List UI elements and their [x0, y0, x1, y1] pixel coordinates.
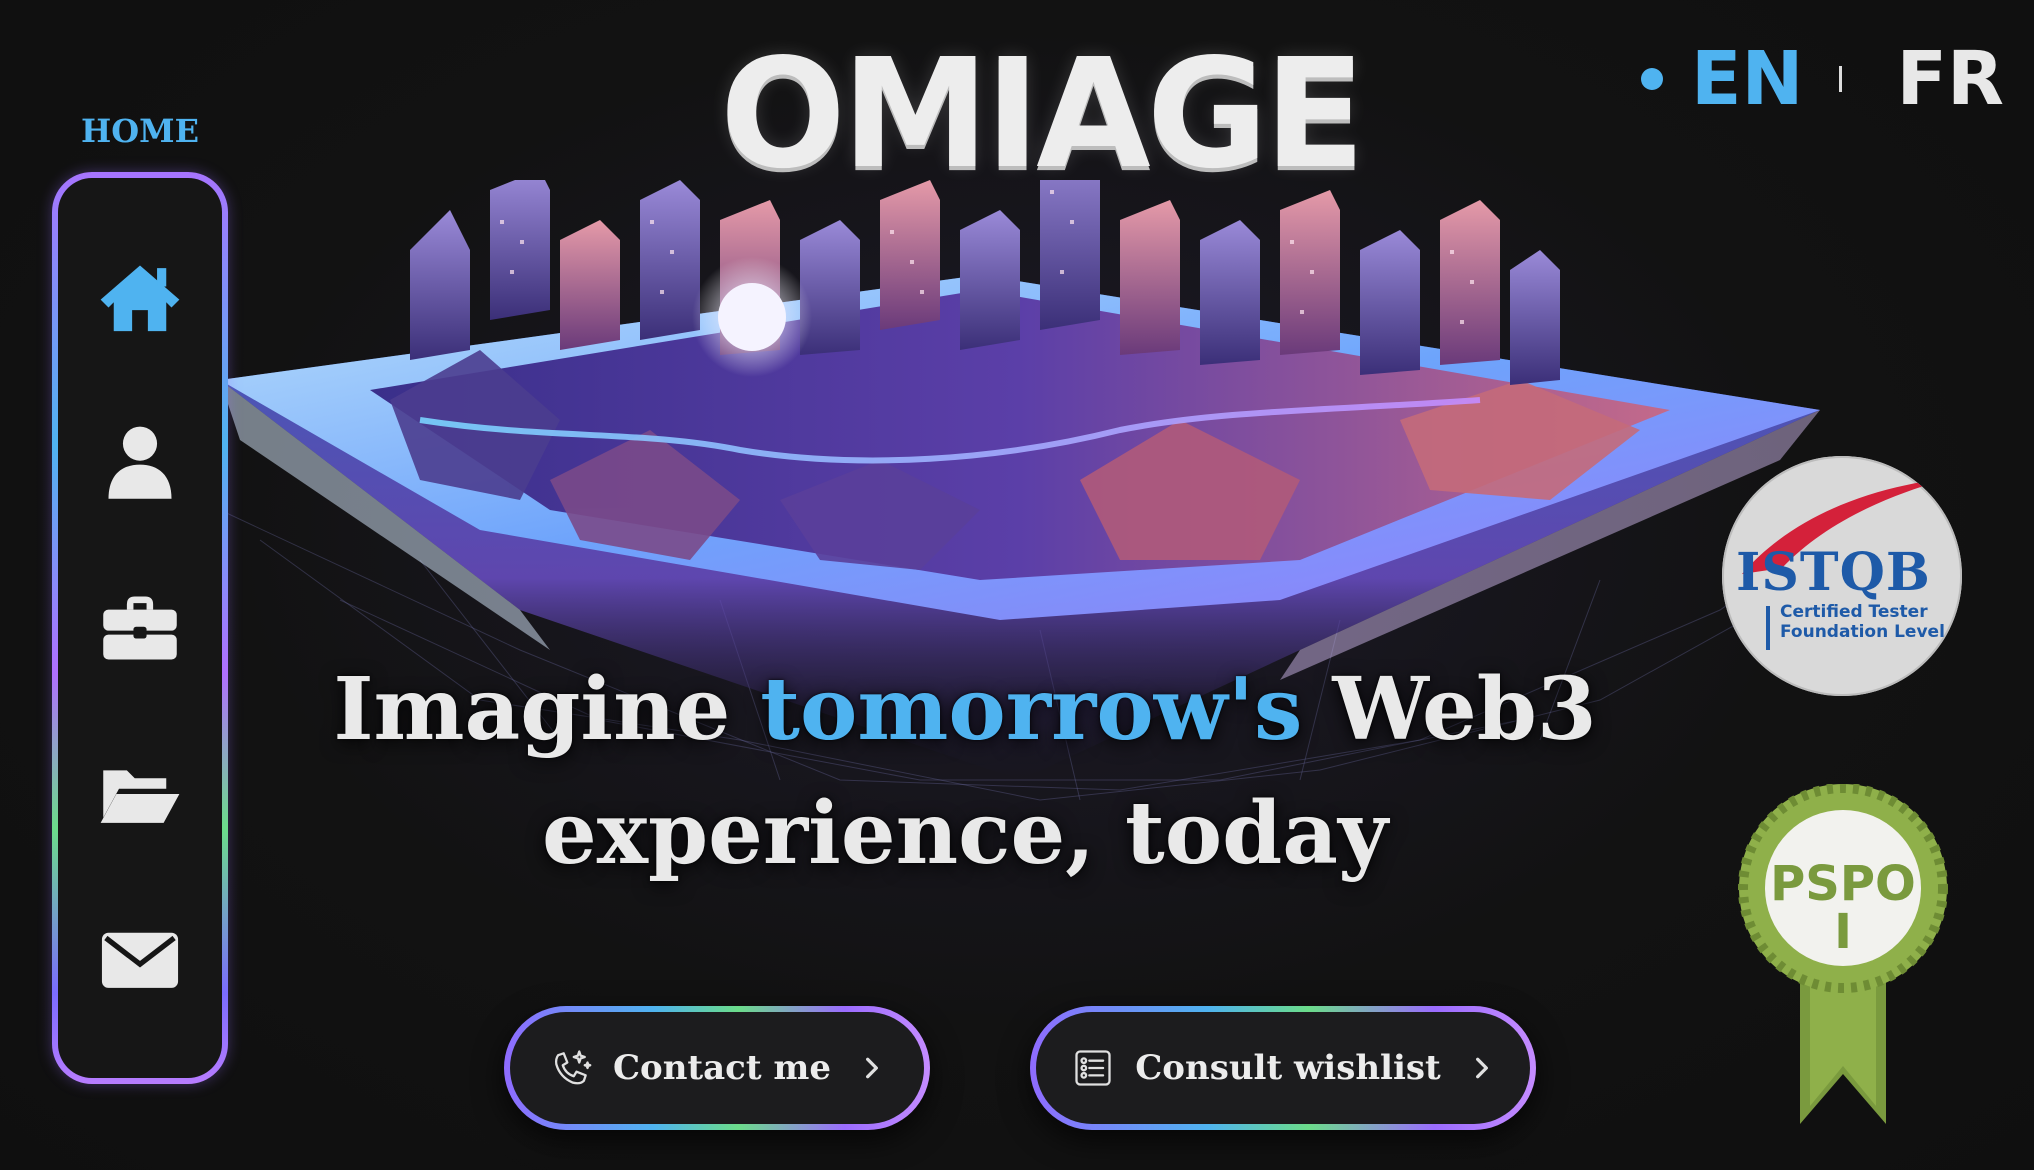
istqb-certification-badge: ISTQB Certified Tester Foundation Level — [1722, 456, 1962, 696]
contact-me-button[interactable]: Contact me — [504, 1006, 930, 1130]
headline-part-1: Imagine — [333, 659, 761, 760]
sidebar-nav — [58, 178, 222, 1078]
sidebar-item-about[interactable] — [90, 412, 190, 512]
consult-wishlist-button-inner: Consult wishlist — [1036, 1012, 1530, 1124]
briefcase-icon — [103, 596, 177, 660]
home-icon — [100, 265, 180, 331]
language-switch: EN FR — [1640, 42, 2004, 116]
user-icon — [108, 426, 172, 500]
chevron-right-icon — [866, 1057, 878, 1079]
pspo-line-2: I — [1834, 904, 1852, 960]
pspo-line-1: PSPO — [1770, 856, 1916, 912]
contact-me-button-inner: Contact me — [510, 1012, 924, 1124]
brand-title: OMIAGE — [720, 26, 1365, 202]
sidebar-item-contact[interactable] — [90, 909, 190, 1009]
hero-headline: Imagine tomorrow's Web3 experience, toda… — [300, 648, 1630, 896]
phone-sparkle-icon — [554, 1050, 592, 1085]
headline-part-2: Web3 — [1302, 659, 1597, 760]
headline-line-2: experience, today — [542, 783, 1388, 884]
pspo-label: PSPO I — [1738, 860, 1948, 956]
sidebar — [52, 172, 228, 1084]
consult-wishlist-button[interactable]: Consult wishlist — [1030, 1006, 1536, 1130]
list-icon — [1075, 1050, 1111, 1086]
pspo-certification-badge: PSPO I — [1738, 784, 1948, 1134]
chevron-right-icon — [1475, 1057, 1488, 1079]
sidebar-item-home[interactable] — [90, 247, 190, 347]
active-language-dot — [1640, 68, 1663, 90]
envelope-icon — [101, 932, 179, 989]
page: OMIAGE EN FR HOME Imagine tomorrow's Web… — [0, 0, 2034, 1170]
language-separator — [1839, 66, 1843, 92]
language-fr-link[interactable]: FR — [1896, 42, 2004, 116]
sidebar-item-projects[interactable] — [90, 744, 190, 844]
contact-me-label: Contact me — [612, 1048, 832, 1088]
language-en-link[interactable]: EN — [1691, 42, 1803, 116]
current-section-label: HOME — [81, 112, 199, 150]
sidebar-item-experience[interactable] — [90, 578, 190, 678]
folder-open-icon — [100, 769, 180, 823]
consult-wishlist-label: Consult wishlist — [1135, 1048, 1441, 1088]
istqb-bar-icon — [1766, 606, 1770, 650]
headline-accent: tomorrow's — [760, 659, 1303, 760]
